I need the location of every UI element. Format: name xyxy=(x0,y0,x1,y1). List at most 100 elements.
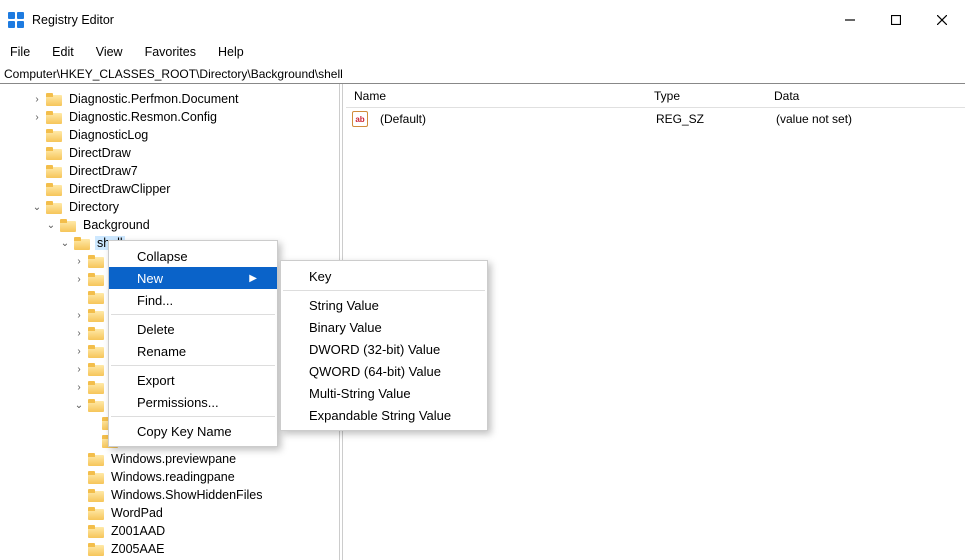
tree-item[interactable]: WordPad xyxy=(0,504,339,522)
expander-icon[interactable] xyxy=(58,238,72,249)
expander-icon[interactable] xyxy=(30,202,44,213)
folder-icon xyxy=(88,453,104,466)
ctx-new[interactable]: New ▶ xyxy=(109,267,277,289)
menu-favorites[interactable]: Favorites xyxy=(141,43,200,61)
menu-file[interactable]: File xyxy=(6,43,34,61)
ctx-separator xyxy=(111,314,275,315)
context-menu: Collapse New ▶ Find... Delete Rename Exp… xyxy=(108,240,278,447)
tree-item[interactable]: Directory xyxy=(0,198,339,216)
folder-icon xyxy=(46,111,62,124)
cell-data: (value not set) xyxy=(768,112,965,126)
tree-item[interactable]: Background xyxy=(0,216,339,234)
ctx-delete[interactable]: Delete xyxy=(109,318,277,340)
submenu-item[interactable]: QWORD (64-bit) Value xyxy=(281,360,487,382)
minimize-button[interactable] xyxy=(827,0,873,40)
tree-item-label: Z005AAE xyxy=(109,542,167,556)
folder-icon xyxy=(88,345,104,358)
folder-icon xyxy=(46,165,62,178)
submenu-item[interactable]: Key xyxy=(281,265,487,287)
expander-icon[interactable] xyxy=(72,274,86,285)
col-header-type[interactable]: Type xyxy=(646,89,766,103)
list-row[interactable]: ab (Default) REG_SZ (value not set) xyxy=(346,108,965,130)
address-text: Computer\HKEY_CLASSES_ROOT\Directory\Bac… xyxy=(4,67,343,81)
expander-icon[interactable] xyxy=(30,94,44,105)
folder-icon xyxy=(88,363,104,376)
menu-help[interactable]: Help xyxy=(214,43,248,61)
expander-icon[interactable] xyxy=(44,220,58,231)
maximize-button[interactable] xyxy=(873,0,919,40)
tree-item[interactable]: Windows.previewpane xyxy=(0,450,339,468)
ctx-export[interactable]: Export xyxy=(109,369,277,391)
titlebar: Registry Editor xyxy=(0,0,965,40)
list-header: Name Type Data xyxy=(346,84,965,108)
tree-item-label: DirectDraw xyxy=(67,146,133,160)
folder-icon xyxy=(88,471,104,484)
menu-edit[interactable]: Edit xyxy=(48,43,78,61)
ctx-copykey[interactable]: Copy Key Name xyxy=(109,420,277,442)
expander-icon[interactable] xyxy=(72,382,86,393)
folder-icon xyxy=(46,183,62,196)
tree-item[interactable]: Diagnostic.Resmon.Config xyxy=(0,108,339,126)
ctx-permissions[interactable]: Permissions... xyxy=(109,391,277,413)
tree-item[interactable]: Z005AAE xyxy=(0,540,339,558)
submenu-item[interactable]: Multi-String Value xyxy=(281,382,487,404)
chevron-right-icon: ▶ xyxy=(249,273,257,284)
ctx-separator xyxy=(111,365,275,366)
tree-item-label: Diagnostic.Perfmon.Document xyxy=(67,92,241,106)
window-controls xyxy=(827,0,965,40)
tree-item[interactable]: Diagnostic.Perfmon.Document xyxy=(0,90,339,108)
folder-icon xyxy=(46,201,62,214)
tree-item-label: WordPad xyxy=(109,506,165,520)
folder-icon xyxy=(88,273,104,286)
folder-icon xyxy=(88,507,104,520)
expander-icon[interactable] xyxy=(30,112,44,123)
folder-icon xyxy=(46,129,62,142)
col-header-data[interactable]: Data xyxy=(766,89,965,103)
expander-icon[interactable] xyxy=(72,256,86,267)
expander-icon[interactable] xyxy=(72,400,86,411)
tree-item-label: Background xyxy=(81,218,152,232)
expander-icon[interactable] xyxy=(72,328,86,339)
submenu-item[interactable]: Binary Value xyxy=(281,316,487,338)
tree-item-label: Windows.readingpane xyxy=(109,470,237,484)
folder-icon xyxy=(88,489,104,502)
ctx-find[interactable]: Find... xyxy=(109,289,277,311)
folder-icon xyxy=(88,381,104,394)
expander-icon[interactable] xyxy=(72,310,86,321)
submenu-item[interactable]: String Value xyxy=(281,294,487,316)
expander-icon[interactable] xyxy=(72,346,86,357)
tree-item[interactable]: Windows.readingpane xyxy=(0,468,339,486)
tree-item-label: Z001AAD xyxy=(109,524,167,538)
close-button[interactable] xyxy=(919,0,965,40)
ctx-separator xyxy=(283,290,485,291)
submenu-item[interactable]: DWORD (32-bit) Value xyxy=(281,338,487,360)
tree-item[interactable]: Windows.ShowHiddenFiles xyxy=(0,486,339,504)
tree-item-label: Diagnostic.Resmon.Config xyxy=(67,110,219,124)
tree-item[interactable]: DirectDraw xyxy=(0,144,339,162)
cell-type: REG_SZ xyxy=(648,112,768,126)
tree-item[interactable]: DiagnosticLog xyxy=(0,126,339,144)
ctx-rename[interactable]: Rename xyxy=(109,340,277,362)
folder-icon xyxy=(88,309,104,322)
menubar: File Edit View Favorites Help xyxy=(0,40,965,64)
col-header-name[interactable]: Name xyxy=(346,89,646,103)
cell-name: (Default) xyxy=(372,112,648,126)
menu-view[interactable]: View xyxy=(92,43,127,61)
folder-icon xyxy=(88,399,104,412)
tree-item[interactable]: Z001AAD xyxy=(0,522,339,540)
app-icon xyxy=(8,12,24,28)
address-bar[interactable]: Computer\HKEY_CLASSES_ROOT\Directory\Bac… xyxy=(0,64,965,84)
tree-item[interactable]: DirectDraw7 xyxy=(0,162,339,180)
new-submenu: Key String ValueBinary ValueDWORD (32-bit… xyxy=(280,260,488,431)
expander-icon[interactable] xyxy=(72,364,86,375)
tree-item-label: DiagnosticLog xyxy=(67,128,150,142)
tree-item[interactable]: DirectDrawClipper xyxy=(0,180,339,198)
folder-icon xyxy=(88,525,104,538)
reg-string-icon: ab xyxy=(352,111,368,127)
window-title: Registry Editor xyxy=(32,13,114,27)
ctx-collapse[interactable]: Collapse xyxy=(109,245,277,267)
submenu-item[interactable]: Expandable String Value xyxy=(281,404,487,426)
ctx-separator xyxy=(111,416,275,417)
folder-icon xyxy=(88,327,104,340)
folder-icon xyxy=(88,543,104,556)
